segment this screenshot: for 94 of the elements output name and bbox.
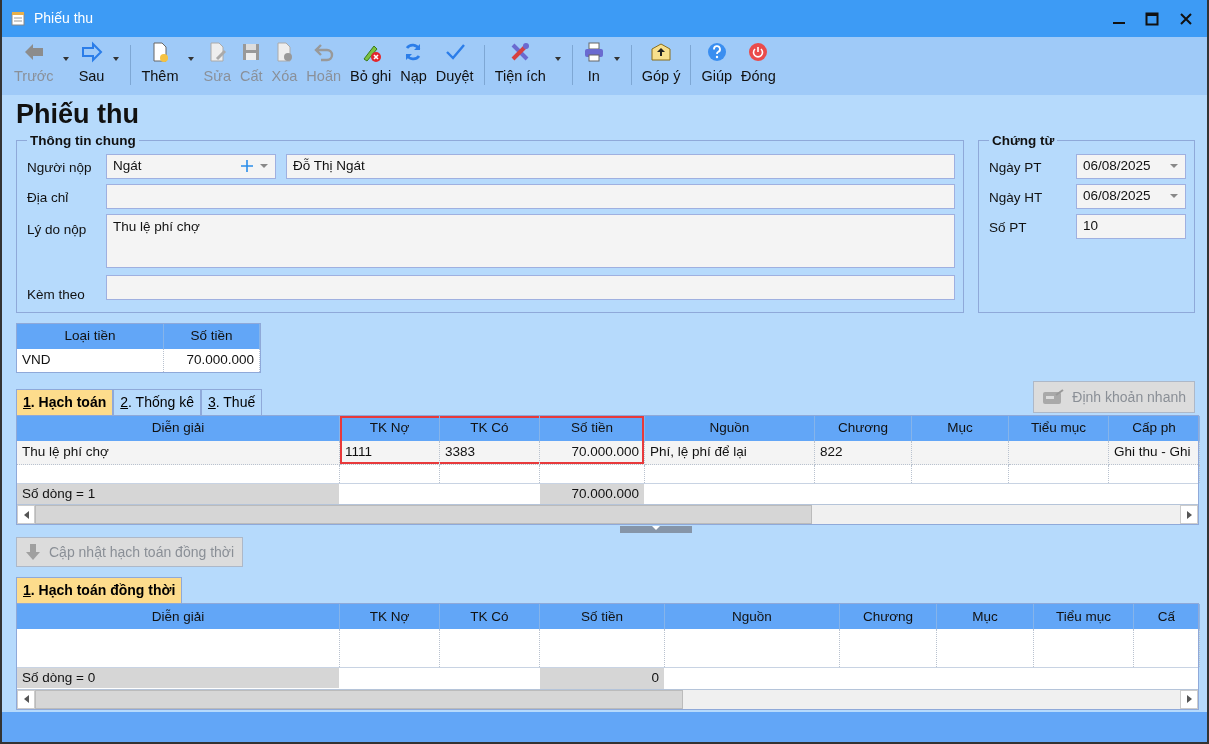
scroll-left-button[interactable] <box>17 505 35 525</box>
total-amount: 70.000.000 <box>540 484 645 505</box>
column-header: TK Có <box>440 604 540 630</box>
tools-icon <box>509 41 532 63</box>
row-count: Số dòng = 0 <box>17 668 340 689</box>
horizontal-scrollbar[interactable] <box>17 688 1198 709</box>
table-cell: Ghi thu - Ghi <box>1109 441 1200 465</box>
row-count: Số dòng = 1 <box>17 484 340 504</box>
table-cell: 70.000.000 <box>540 441 645 465</box>
caret-icon <box>112 56 121 63</box>
field-label: Lý do nộp <box>27 220 88 239</box>
maximize-icon <box>1145 11 1159 26</box>
scroll-right-icon <box>1186 510 1192 519</box>
toolbar-button[interactable]: Sau <box>74 41 125 88</box>
caret-icon <box>186 56 195 63</box>
column-header: Chương <box>840 604 937 630</box>
caret-icon <box>612 56 621 63</box>
scroll-right-button[interactable] <box>1180 689 1198 709</box>
table-cell: Thu lệ phí chợ <box>17 441 340 465</box>
caret-icon <box>553 56 562 63</box>
text-field[interactable] <box>106 274 955 300</box>
scroll-left-icon <box>23 695 29 703</box>
text-field[interactable]: 10 <box>1076 213 1186 239</box>
card-icon <box>1042 389 1065 405</box>
minimize-icon <box>1113 21 1125 24</box>
toolbar-button[interactable]: Giúp <box>697 41 737 88</box>
plus-icon <box>241 160 253 172</box>
column-header: Số tiền <box>540 416 645 441</box>
toolbar-button[interactable]: Bỏ ghi <box>346 41 396 88</box>
column-header: Tiểu mục <box>1034 604 1134 630</box>
toolbar-button[interactable]: Góp ý <box>637 41 685 88</box>
arrow-right-icon <box>80 41 103 63</box>
column-header: TK Nợ <box>340 416 440 441</box>
column-header: Số tiền <box>164 324 260 349</box>
caret-icon <box>1169 163 1179 169</box>
table-cell: Phí, lệ phí để lại <box>645 441 815 465</box>
tab[interactable]: 1. Hạch toán <box>16 389 114 415</box>
tab[interactable]: 1. Hạch toán đồng thời <box>16 577 183 604</box>
toolbar-button[interactable]: Thêm <box>137 41 199 88</box>
column-header: Mục <box>937 604 1034 630</box>
column-header: Nguồn <box>665 604 840 630</box>
field-label: Số PT <box>989 218 1028 237</box>
column-header: Cấ <box>1134 604 1200 630</box>
table-cell: 822 <box>815 441 912 465</box>
undo-icon <box>312 41 335 63</box>
table-cell: 3383 <box>440 441 540 465</box>
tab[interactable]: 3. Thuế <box>200 389 263 415</box>
arrow-down-icon <box>25 543 41 562</box>
scroll-left-icon <box>23 510 29 519</box>
scroll-left-button[interactable] <box>17 689 35 709</box>
printer-icon <box>582 41 605 63</box>
horizontal-scrollbar[interactable] <box>17 504 1198 525</box>
scroll-right-icon <box>1186 695 1192 703</box>
toolbar-button[interactable]: Nạp <box>396 41 431 88</box>
field-label: Địa chỉ <box>27 188 70 207</box>
field-label: Người nộp <box>27 158 93 177</box>
column-header: Diễn giải <box>17 604 340 630</box>
caret-icon <box>259 163 269 169</box>
total-amount: 0 <box>540 668 665 689</box>
date-field[interactable]: 06/08/2025 <box>1076 183 1186 209</box>
page-title: Phiếu thu <box>16 98 140 130</box>
caret-icon <box>61 56 70 63</box>
table-cell: 1111 <box>340 441 440 465</box>
upload-box-icon <box>650 41 673 63</box>
notepad-icon <box>10 10 26 27</box>
field-label: Ngày PT <box>989 158 1043 177</box>
column-header: Loại tiền <box>17 324 164 349</box>
toolbar-button[interactable]: In <box>578 41 625 88</box>
table-cell: 70.000.000 <box>164 349 260 372</box>
name-field[interactable]: Đỗ Thị Ngát <box>286 153 955 179</box>
window-title: Phiếu thu <box>34 9 94 28</box>
toolbar-button[interactable]: Đóng <box>737 41 780 88</box>
tab[interactable]: 2. Thống kê <box>113 389 201 415</box>
table-cell: VND <box>17 349 164 372</box>
splitter-handle[interactable] <box>620 526 692 534</box>
help-icon <box>705 41 728 63</box>
reason-field[interactable]: Thu lệ phí chợ <box>106 213 955 268</box>
caret-icon <box>1169 193 1179 199</box>
scrollbar-thumb[interactable] <box>35 689 683 709</box>
close-icon <box>1179 11 1193 26</box>
payer-combobox[interactable]: Ngát <box>106 153 276 179</box>
field-label: Ngày HT <box>989 188 1044 207</box>
column-header: Số tiền <box>540 604 665 630</box>
section-title: Chứng từ <box>991 134 1056 148</box>
scrollbar-thumb[interactable] <box>35 505 812 525</box>
date-field[interactable]: 06/08/2025 <box>1076 153 1186 179</box>
column-header: TK Nợ <box>340 604 440 630</box>
field-label: Kèm theo <box>27 285 86 304</box>
power-icon <box>747 41 770 63</box>
scroll-right-button[interactable] <box>1180 505 1198 525</box>
toolbar-button[interactable]: Tiện ích <box>490 41 566 88</box>
toolbar-button[interactable]: Duyệt <box>431 41 478 88</box>
text-field[interactable] <box>106 183 955 209</box>
section-title: Thông tin chung <box>29 134 137 148</box>
